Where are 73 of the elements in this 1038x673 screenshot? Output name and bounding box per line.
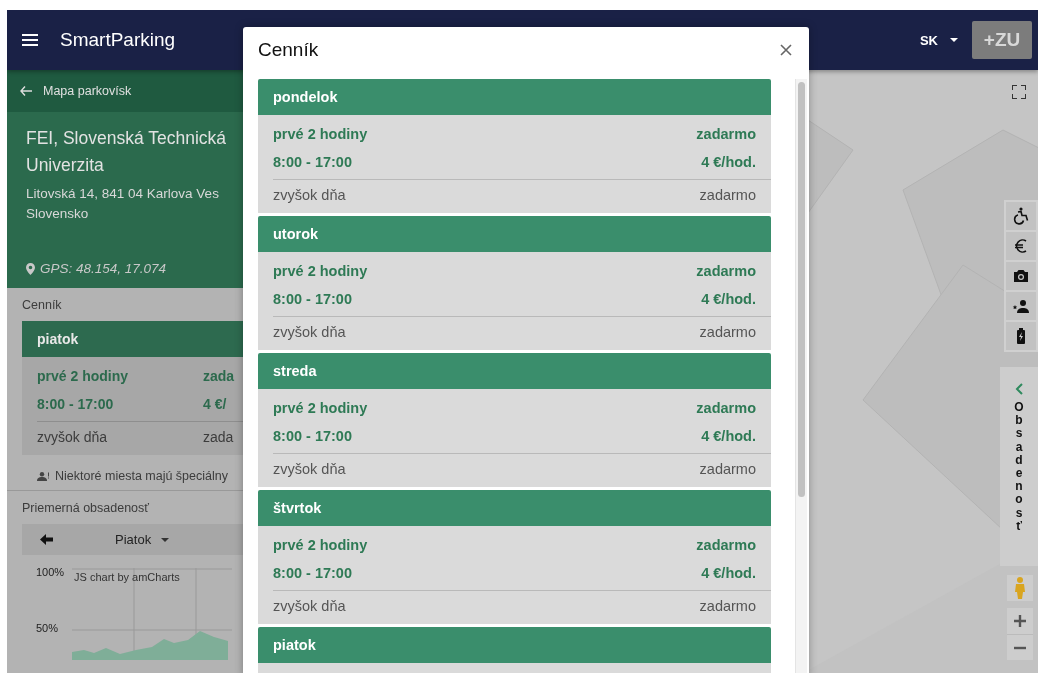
axis-label: 50% xyxy=(35,622,59,634)
rate-price: zadarmo xyxy=(696,400,756,416)
rate-label: prvé 2 hodiny xyxy=(273,537,369,553)
rate-price: zadarmo xyxy=(699,187,756,203)
map-tool-button[interactable] xyxy=(1006,232,1036,260)
menu-icon[interactable] xyxy=(22,34,38,46)
person-star-icon xyxy=(1012,297,1030,315)
caret-icon xyxy=(950,38,958,42)
rate-price: zadarmo xyxy=(696,537,756,553)
day-header: pondelok xyxy=(258,79,771,115)
back-link[interactable]: Mapa parkovísk xyxy=(20,84,132,98)
rate-price: zadarmo xyxy=(696,126,756,142)
rate-price: 4 €/hod. xyxy=(701,565,756,581)
rate-price: 4 €/ xyxy=(203,396,228,412)
note-text: Niektoré miesta majú špeciálny xyxy=(55,469,228,483)
dialog-title: Cenník xyxy=(258,38,319,61)
rate-label: zvyšok dňa xyxy=(273,598,347,614)
axis-label: 100% xyxy=(35,566,65,578)
day-header: utorok xyxy=(258,216,771,252)
map-tool-button[interactable] xyxy=(1006,202,1036,230)
person-figure-icon xyxy=(1014,577,1026,599)
rate-price: 4 €/hod. xyxy=(701,428,756,444)
rate-label: zvyšok dňa xyxy=(37,429,109,445)
address-text: Litovská 14, 841 04 Karlova Ves Slovensko xyxy=(26,185,220,223)
occupancy-panel-tab[interactable]: Obsadenosť xyxy=(1000,367,1038,566)
rate-label: prvé 2 hodiny xyxy=(273,263,369,279)
map-tool-button[interactable] xyxy=(1006,322,1036,350)
gps-coordinates: GPS: 48.154, 17.074 xyxy=(40,261,167,276)
app-title: SmartParking xyxy=(60,29,176,51)
rate-price: zada xyxy=(203,368,236,384)
rate-label: 8:00 - 17:00 xyxy=(273,291,353,307)
camera-icon xyxy=(1012,267,1030,285)
map-tool-button[interactable] xyxy=(1006,262,1036,290)
rate-label: 8:00 - 17:00 xyxy=(273,428,353,444)
rate-price: zadarmo xyxy=(699,461,756,477)
fullscreen-icon[interactable] xyxy=(1012,85,1026,99)
close-icon[interactable] xyxy=(780,43,792,56)
rate-price: 4 €/hod. xyxy=(701,154,756,170)
person-alert-icon xyxy=(37,471,49,481)
plus-icon xyxy=(1014,615,1026,627)
rate-label: prvé 2 hodiny xyxy=(273,126,369,142)
map-tool-button[interactable] xyxy=(1006,292,1036,320)
rate-label: zvyšok dňa xyxy=(273,324,347,340)
caret-icon xyxy=(161,537,170,542)
day-header: piatok xyxy=(258,627,771,663)
scrollbar-thumb[interactable] xyxy=(798,82,805,497)
day-header: streda xyxy=(258,353,771,389)
rate-price: zadarmo xyxy=(699,598,756,614)
rate-price: zadarmo xyxy=(696,263,756,279)
section-label: Cenník xyxy=(21,297,63,314)
rate-label: zvyšok dňa xyxy=(273,187,347,203)
day-dropdown[interactable]: Piatok xyxy=(115,532,170,547)
left-arrow-icon[interactable] xyxy=(40,534,53,545)
pin-icon xyxy=(26,262,35,275)
panel-label: Obsadenosť xyxy=(1013,401,1025,533)
chevron-left-icon xyxy=(1015,383,1023,395)
rate-price: zadarmo xyxy=(699,324,756,340)
rate-label: 8:00 - 17:00 xyxy=(273,154,353,170)
rate-price: zada xyxy=(203,429,235,445)
rate-label: 8:00 - 17:00 xyxy=(273,565,353,581)
day-header: piatok xyxy=(22,321,243,357)
rate-price: 4 €/hod. xyxy=(701,291,756,307)
section-label: Priemerná obsadenosť xyxy=(21,500,150,517)
place-name: FEI, Slovenská Technická Univerzita xyxy=(26,127,228,177)
wheelchair-icon xyxy=(1012,207,1030,225)
chart-credit: JS chart by amCharts xyxy=(74,571,180,583)
rate-label: prvé 2 hodiny xyxy=(273,400,369,416)
rate-label: zvyšok dňa xyxy=(273,461,347,477)
day-header: štvrtok xyxy=(258,490,771,526)
rate-label: 8:00 - 17:00 xyxy=(37,396,115,412)
back-arrow-icon xyxy=(20,86,32,96)
rate-label: prvé 2 hodiny xyxy=(37,368,130,384)
language-selector[interactable]: SK xyxy=(913,28,964,52)
